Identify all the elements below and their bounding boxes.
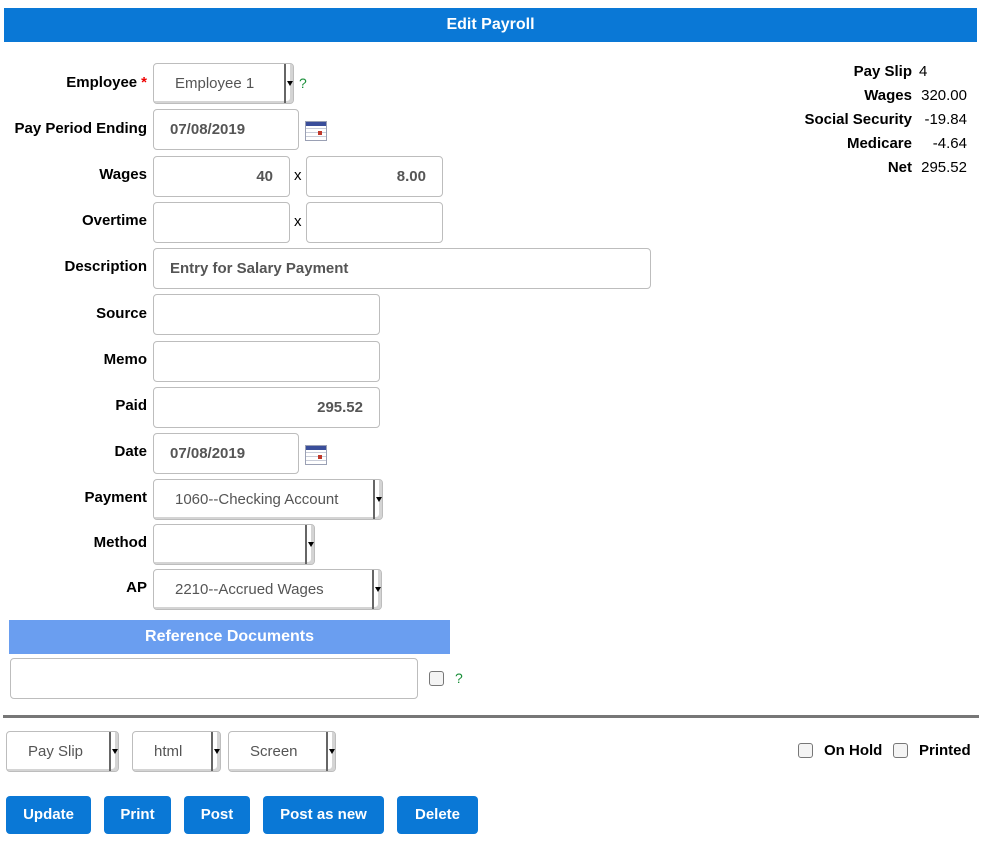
reference-document-checkbox[interactable] [429,671,444,686]
employee-help-link[interactable]: ? [299,75,307,91]
employee-label: Employee * [66,63,147,103]
reference-document-input[interactable] [10,658,418,699]
overtime-times-sign: x [294,213,302,230]
print-template-value: Pay Slip [28,743,84,760]
overtime-label: Overtime [81,212,147,229]
summary-value: -19.84 [924,111,967,128]
paid-label: Paid [115,397,147,414]
ap-value: 2210--Accrued Wages [175,581,324,598]
print-button[interactable]: Print [104,796,171,834]
ap-select[interactable]: 2210--Accrued Wages [153,569,382,610]
date-label: Date [114,443,147,460]
summary-row: Social Security -19.84 [804,108,967,132]
post-button[interactable]: Post [184,796,250,834]
required-marker: * [141,74,147,91]
chevron-down-icon [326,732,335,771]
summary-key: Wages [864,87,912,104]
wages-times-sign: x [294,167,302,184]
wages-rate-input[interactable] [306,156,443,197]
employee-select[interactable]: Employee 1 [153,63,294,104]
summary-key: Net [887,159,912,176]
payment-value: 1060--Checking Account [175,491,339,508]
summary-row: Pay Slip 4 [804,60,967,84]
method-select[interactable] [153,524,315,565]
print-template-select[interactable]: Pay Slip [6,731,119,772]
summary-value: 4 [919,63,928,80]
update-button[interactable]: Update [6,796,91,834]
memo-input[interactable] [153,341,380,382]
employee-value: Employee 1 [175,75,255,92]
summary-key: Social Security [804,111,912,128]
chevron-down-icon [109,732,118,771]
summary-value: 320.00 [921,87,967,104]
delete-button[interactable]: Delete [397,796,478,834]
source-input[interactable] [153,294,380,335]
calendar-icon[interactable] [305,445,327,465]
print-format-select[interactable]: html [132,731,221,772]
page-title: Edit Payroll [4,8,977,42]
description-label: Description [64,258,147,275]
method-label: Method [93,534,147,551]
payment-select[interactable]: 1060--Checking Account [153,479,383,520]
summary-key: Pay Slip [853,63,912,80]
paid-input[interactable] [153,387,380,428]
memo-label: Memo [103,351,147,368]
summary-row: Wages 320.00 [804,84,967,108]
chevron-down-icon [211,732,220,771]
source-label: Source [96,305,147,322]
date-input[interactable] [153,433,299,474]
pay-period-ending-label: Pay Period Ending [14,120,147,137]
summary-row: Medicare -4.64 [804,132,967,156]
summary-value: 295.52 [921,159,967,176]
description-input[interactable] [153,248,651,289]
wages-label: Wages [99,166,147,183]
summary-key: Medicare [846,135,912,152]
overtime-rate-input[interactable] [306,202,443,243]
chevron-down-icon [372,570,381,609]
chevron-down-icon [305,525,314,564]
on-hold-checkbox[interactable] [798,743,813,758]
overtime-hours-input[interactable] [153,202,290,243]
section-divider [3,715,979,718]
print-media-select[interactable]: Screen [228,731,336,772]
chevron-down-icon [284,64,293,103]
printed-label: Printed [919,742,971,759]
printed-checkbox[interactable] [893,743,908,758]
reference-documents-header: Reference Documents [9,620,450,654]
wages-hours-input[interactable] [153,156,290,197]
summary-value: -4.64 [932,135,967,152]
print-media-value: Screen [250,743,298,760]
print-format-value: html [154,743,183,760]
calendar-icon[interactable] [305,121,327,141]
chevron-down-icon [373,480,382,519]
ap-label: AP [126,579,147,596]
post-as-new-button[interactable]: Post as new [263,796,384,834]
reference-help-link[interactable]: ? [455,670,463,686]
payment-label: Payment [84,489,147,506]
payslip-summary: Pay Slip 4 Wages 320.00 Social Security -19… [804,60,967,180]
pay-period-ending-input[interactable] [153,109,299,150]
on-hold-label: On Hold [824,742,883,759]
employee-label-text: Employee [66,74,138,91]
summary-row: Net 295.52 [804,156,967,180]
